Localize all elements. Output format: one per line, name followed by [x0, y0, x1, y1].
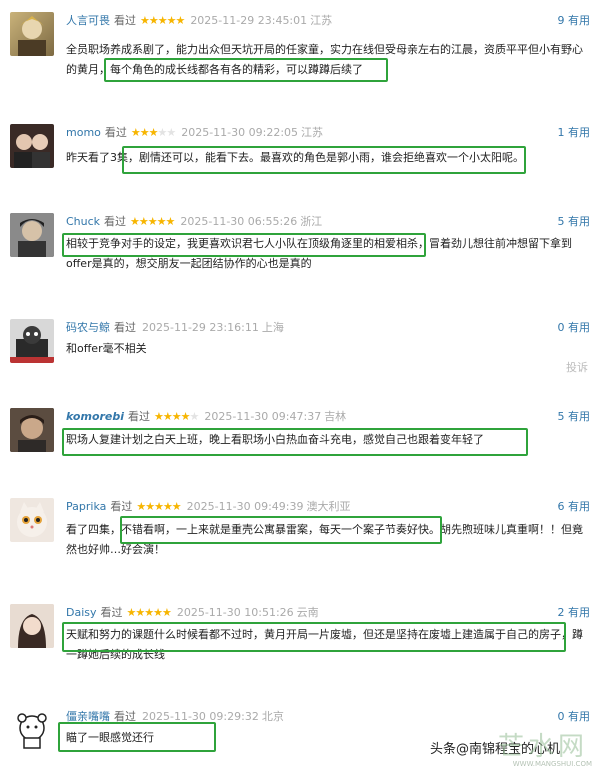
- report-link[interactable]: 投诉: [566, 359, 588, 375]
- watched-label: 看过: [128, 410, 151, 423]
- timestamp: 2025-11-30 09:47:37: [204, 410, 322, 423]
- rating-stars: ★★★★★: [136, 500, 181, 513]
- watched-label: 看过: [114, 321, 136, 334]
- timestamp: 2025-11-30 09:49:39: [186, 500, 304, 513]
- timestamp: 2025-11-30 06:55:26: [180, 215, 298, 228]
- watched-label: 看过: [110, 500, 133, 513]
- useful-count-button[interactable]: 5 有用: [558, 409, 591, 425]
- avatar-image-icon: [10, 326, 54, 363]
- review-meta: Paprika 看过 ★★★★★ 2025-11-30 09:49:39 澳大利亚: [66, 499, 351, 515]
- username[interactable]: momo: [66, 126, 101, 139]
- site-url-watermark: WWW.MANGSHUI.COM: [512, 760, 592, 768]
- avatar[interactable]: [10, 12, 54, 56]
- location: 澳大利亚: [306, 500, 351, 513]
- review-meta: 码农与鲸 看过 2025-11-29 23:16:11 上海: [66, 320, 284, 336]
- avatar[interactable]: [10, 319, 54, 363]
- avatar-image-icon: [14, 134, 50, 168]
- useful-count-button[interactable]: 0 有用: [558, 709, 591, 725]
- rating-stars: ★★★★★: [130, 126, 176, 139]
- avatar-image-icon: [18, 16, 46, 56]
- watched-label: 看过: [100, 606, 123, 619]
- rating-stars: ★★★★★: [126, 606, 172, 619]
- username[interactable]: 人言可畏: [66, 14, 110, 27]
- location: 上海: [261, 321, 284, 334]
- review-text: 和offer毫不相关: [66, 342, 147, 355]
- useful-count-button[interactable]: 5 有用: [558, 214, 591, 230]
- rating-stars: ★★★★★: [140, 14, 185, 27]
- rating-stars: ★★★★★: [130, 215, 175, 228]
- highlight-box: [58, 722, 216, 752]
- avatar[interactable]: [10, 124, 54, 168]
- timestamp: 2025-11-30 09:22:05: [181, 126, 299, 139]
- location: 云南: [296, 606, 319, 619]
- username[interactable]: Daisy: [66, 606, 97, 619]
- username[interactable]: komorebi: [66, 410, 124, 423]
- review-list: 人言可畏 看过 ★★★★★ 2025-11-29 23:45:01 江苏 9 有用 全员…: [0, 0, 600, 769]
- useful-count-button[interactable]: 6 有用: [558, 499, 591, 515]
- avatar-image-icon: [17, 502, 47, 537]
- location: 江苏: [301, 126, 324, 139]
- highlight-box: [62, 233, 426, 257]
- highlight-box: [62, 428, 528, 456]
- avatar[interactable]: [10, 708, 54, 752]
- avatar[interactable]: [10, 213, 54, 257]
- highlight-box: [122, 146, 526, 174]
- watched-label: 看过: [104, 215, 127, 228]
- avatar-image-icon: [17, 713, 47, 749]
- avatar-image-icon: [10, 408, 54, 452]
- avatar[interactable]: [10, 408, 54, 452]
- username[interactable]: Chuck: [66, 215, 100, 228]
- avatar-image-icon: [10, 213, 54, 257]
- username[interactable]: 码农与鲸: [66, 321, 110, 334]
- location: 吉林: [324, 410, 347, 423]
- watched-label: 看过: [104, 126, 127, 139]
- watched-label: 看过: [114, 14, 136, 27]
- review-meta: 人言可畏 看过 ★★★★★ 2025-11-29 23:45:01 江苏: [66, 13, 332, 29]
- review-meta: momo 看过 ★★★★★ 2025-11-30 09:22:05 江苏: [66, 125, 323, 141]
- rating-stars: ★★★★★: [154, 410, 199, 423]
- site-logo-watermark: 芒水网: [497, 732, 588, 762]
- username[interactable]: Paprika: [66, 500, 106, 513]
- useful-count-button[interactable]: 2 有用: [558, 605, 591, 621]
- avatar[interactable]: [10, 604, 54, 648]
- timestamp: 2025-11-30 10:51:26: [176, 606, 294, 619]
- location: 江苏: [310, 14, 333, 27]
- review-meta: Daisy 看过 ★★★★★ 2025-11-30 10:51:26 云南: [66, 605, 319, 621]
- useful-count-button[interactable]: 9 有用: [558, 13, 591, 29]
- highlight-box: [62, 622, 566, 652]
- avatar-image-icon: [10, 604, 54, 648]
- review-meta: komorebi 看过 ★★★★★ 2025-11-30 09:47:37 吉林: [66, 409, 346, 425]
- useful-count-button[interactable]: 1 有用: [558, 125, 591, 141]
- highlight-box: [120, 516, 442, 544]
- avatar[interactable]: [10, 498, 54, 542]
- review-meta: Chuck 看过 ★★★★★ 2025-11-30 06:55:26 浙江: [66, 214, 322, 230]
- highlight-box: [104, 58, 388, 82]
- timestamp: 2025-11-29 23:45:01: [190, 14, 308, 27]
- timestamp: 2025-11-29 23:16:11: [142, 321, 259, 334]
- location: 浙江: [300, 215, 323, 228]
- useful-count-button[interactable]: 0 有用: [558, 320, 591, 336]
- location: 北京: [261, 710, 284, 723]
